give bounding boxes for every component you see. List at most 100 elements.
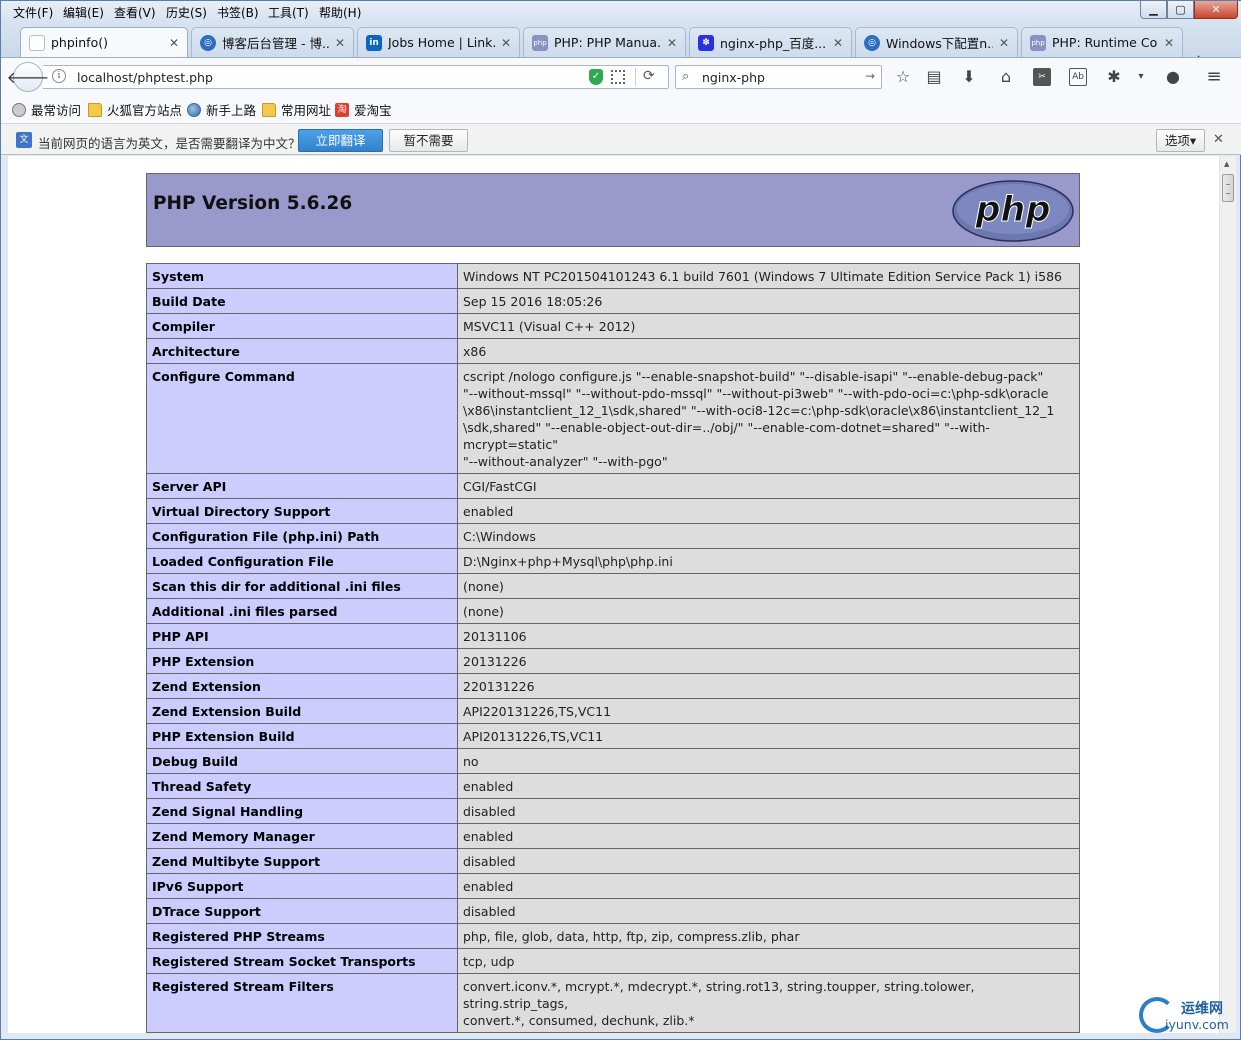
blank-page-icon [29, 34, 45, 51]
menu-tools[interactable]: 工具(T) [268, 4, 309, 21]
bookmarks-list-icon[interactable]: ▤ [924, 67, 944, 87]
browser-window: 文件(F) 编辑(E) 查看(V) 历史(S) 书签(B) 工具(T) 帮助(H… [0, 0, 1241, 1040]
close-tab-icon[interactable]: ✕ [667, 36, 677, 50]
search-input[interactable]: nginx-php [702, 70, 765, 85]
bookmark-label: 火狐官方站点 [107, 103, 183, 118]
tab-windows-config[interactable]: ◎ Windows下配置n... ✕ [855, 27, 1018, 57]
close-translate-bar-icon[interactable]: ✕ [1213, 132, 1224, 147]
table-row: Thread Safety enabled [146, 773, 1080, 799]
setting-value: disabled [457, 848, 1080, 874]
address-text[interactable]: localhost/phptest.php [77, 70, 213, 85]
close-tab-icon[interactable]: ✕ [501, 36, 511, 50]
tab-php-manual[interactable]: php PHP: PHP Manua... ✕ [523, 27, 686, 57]
table-row: Compiler MSVC11 (Visual C++ 2012) [146, 313, 1080, 339]
bookmark-label: 最常访问 [31, 103, 82, 118]
scrollbar-thumb[interactable] [1222, 174, 1234, 202]
close-tab-icon[interactable]: ✕ [1164, 36, 1174, 50]
setting-value: D:\Nginx+php+Mysql\php\php.ini [457, 548, 1080, 574]
menu-file[interactable]: 文件(F) [13, 4, 53, 21]
table-row: Configuration File (php.ini) Path C:\Wind… [146, 523, 1080, 549]
extension-dropdown-icon[interactable]: ▾ [1131, 67, 1151, 87]
scroll-up-icon[interactable]: ▲ [1224, 160, 1229, 168]
translate-now-button[interactable]: 立即翻译 [298, 129, 383, 152]
setting-name: Build Date [146, 288, 458, 314]
menu-help[interactable]: 帮助(H) [319, 4, 361, 21]
table-row: DTrace Support disabled [146, 898, 1080, 924]
tab-phpinfo[interactable]: phpinfo() ✕ [20, 27, 188, 57]
maximize-icon: ▢ [1175, 3, 1186, 16]
setting-value: (none) [457, 598, 1080, 624]
bookmark-firefox-official[interactable]: 火狐官方站点 [88, 100, 182, 119]
security-shield-icon[interactable]: ✓ [589, 69, 603, 85]
translate-options-button[interactable]: 选项▾ [1156, 129, 1205, 152]
maximize-button[interactable]: ▢ [1167, 1, 1194, 19]
page-viewport: PHP Version 5.6.26 php System Windows NT … [8, 156, 1219, 1033]
tab-php-runtime[interactable]: php PHP: Runtime Co... ✕ [1021, 27, 1183, 57]
chat-icon[interactable]: ● [1163, 67, 1183, 87]
no-translate-button[interactable]: 暂不需要 [389, 129, 468, 152]
table-row: Zend Extension Build API220131226,TS,VC11 [146, 698, 1080, 724]
menu-view[interactable]: 查看(V) [114, 4, 156, 21]
tab-blog-admin[interactable]: ◎ 博客后台管理 - 博... ✕ [191, 27, 354, 57]
bookmark-common-sites[interactable]: 常用网址 [262, 100, 331, 119]
close-tab-icon[interactable]: ✕ [169, 36, 179, 50]
tab-nginx-baidu[interactable]: ✽ nginx-php_百度... ✕ [689, 27, 852, 57]
hamburger-menu-icon[interactable]: ≡ [1204, 67, 1224, 87]
minimize-button[interactable]: ▁ [1140, 1, 1167, 19]
setting-name: Configuration File (php.ini) Path [146, 523, 458, 549]
bookmarks-bar: 最常访问 火狐官方站点 新手上路 常用网址 淘 爱淘宝 [1, 93, 1241, 123]
bookmark-getting-started[interactable]: 新手上路 [187, 100, 256, 119]
setting-name: Configure Command [146, 363, 458, 474]
globe-icon [187, 102, 201, 117]
close-window-button[interactable]: ✕ [1194, 1, 1238, 19]
table-row: Zend Extension 220131226 [146, 673, 1080, 699]
back-arrow-icon: 🡐 [6, 68, 50, 87]
extension-icon[interactable]: ✱ [1104, 67, 1124, 87]
setting-name: PHP API [146, 623, 458, 649]
close-tab-icon[interactable]: ✕ [335, 36, 345, 50]
php-logo-text: php [974, 190, 1050, 230]
menu-edit[interactable]: 编辑(E) [63, 4, 104, 21]
php-version-title: PHP Version 5.6.26 [153, 193, 353, 214]
reader-view-icon[interactable]: Ab [1069, 68, 1087, 86]
setting-name: Debug Build [146, 748, 458, 774]
home-icon[interactable]: ⌂ [996, 67, 1016, 87]
setting-value: (none) [457, 573, 1080, 599]
tab-title: Jobs Home | Link... [388, 35, 495, 50]
reload-icon[interactable]: ⟳ [643, 68, 655, 84]
tab-linkedin[interactable]: in Jobs Home | Link... ✕ [357, 27, 520, 57]
value-line: convert.*, consumed, dechunk, zlib.* [463, 1013, 695, 1028]
search-bar[interactable]: ⌕ nginx-php → [675, 65, 882, 89]
table-row: Configure Command cscript /nologo configu… [146, 363, 1080, 474]
close-tab-icon[interactable]: ✕ [999, 36, 1009, 50]
setting-value: Sep 15 2016 18:05:26 [457, 288, 1080, 314]
qr-code-icon[interactable] [611, 70, 625, 84]
table-row: Registered PHP Streams php, file, glob, d… [146, 923, 1080, 949]
translate-bar: 文 当前网页的语言为英文，是否需要翻译为中文？ 立即翻译 暂不需要 选项▾ ✕ [1, 123, 1241, 155]
vertical-scrollbar[interactable]: ▲ [1219, 156, 1236, 1033]
setting-value: API220131226,TS,VC11 [457, 698, 1080, 724]
screenshot-icon[interactable]: ✂ [1033, 68, 1051, 86]
back-button[interactable]: 🡐 [7, 62, 49, 92]
close-tab-icon[interactable]: ✕ [833, 36, 843, 50]
bookmark-aitaobao[interactable]: 淘 爱淘宝 [335, 100, 392, 119]
table-row: Loaded Configuration File D:\Nginx+php+My… [146, 548, 1080, 574]
value-line: cscript /nologo configure.js "--enable-s… [463, 369, 1044, 384]
setting-name: Zend Signal Handling [146, 798, 458, 824]
tab-strip: phpinfo() ✕ ◎ 博客后台管理 - 博... ✕ in Jobs Ho… [1, 23, 1241, 72]
bookmark-star-icon[interactable]: ☆ [893, 67, 913, 87]
site-info-icon[interactable]: i [52, 69, 66, 83]
tab-title: phpinfo() [51, 35, 108, 50]
setting-value: 220131226 [457, 673, 1080, 699]
menu-history[interactable]: 历史(S) [166, 4, 207, 21]
bookmark-most-visited[interactable]: 最常访问 [12, 100, 81, 119]
value-line: convert.iconv.*, mcrypt.*, mdecrypt.*, s… [463, 979, 975, 1011]
php-logo-icon[interactable]: php [952, 180, 1074, 242]
address-bar[interactable]: i localhost/phptest.php ✓ ⟳ [43, 65, 669, 89]
menu-bookmarks[interactable]: 书签(B) [217, 4, 259, 21]
search-go-icon[interactable]: → [865, 69, 875, 83]
setting-name: Thread Safety [146, 773, 458, 799]
tab-title: nginx-php_百度... [720, 36, 827, 51]
table-row: PHP API 20131106 [146, 623, 1080, 649]
download-icon[interactable]: ⬇ [959, 67, 979, 87]
